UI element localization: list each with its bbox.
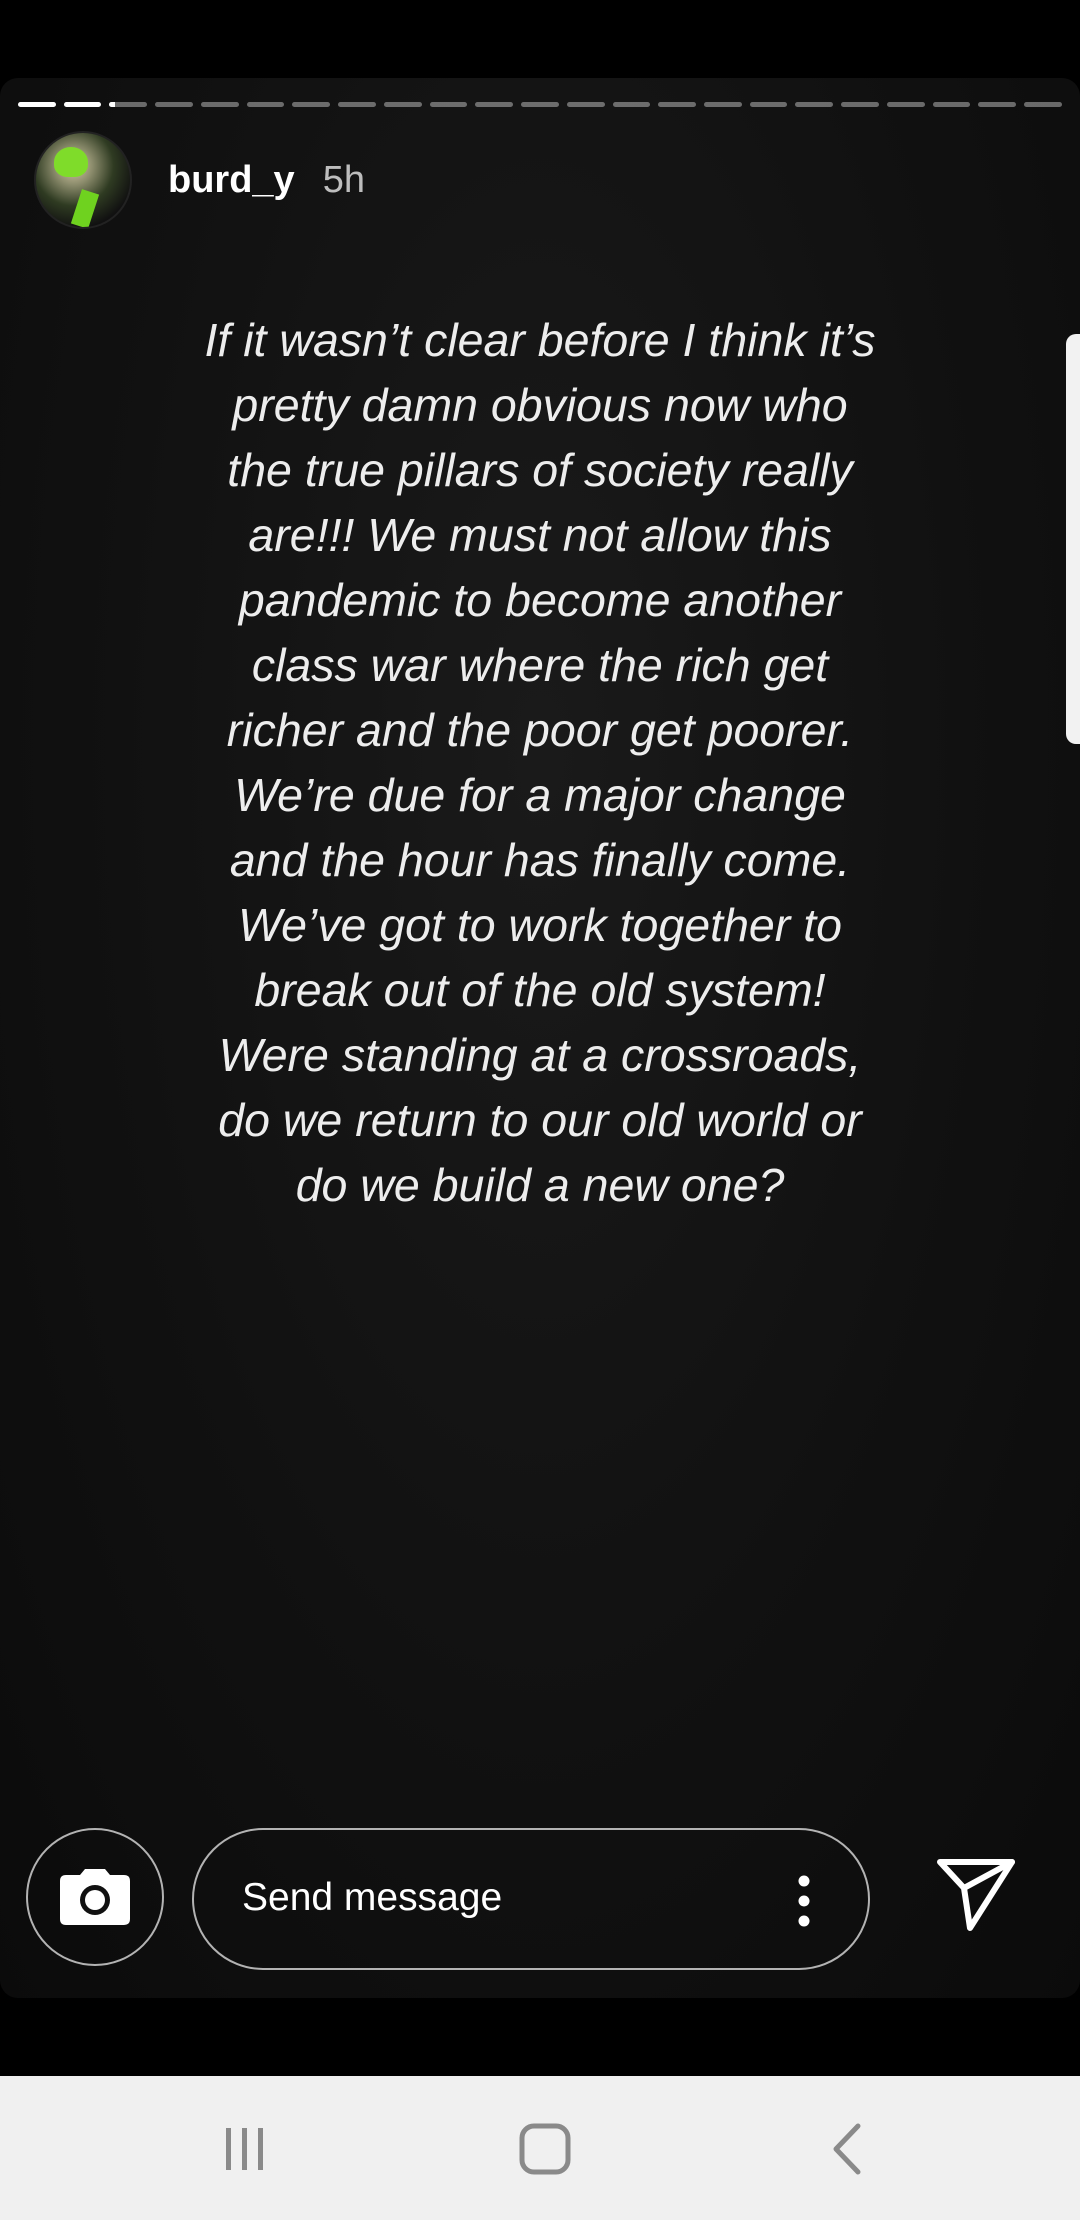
progress-segment <box>521 102 559 107</box>
status-bar <box>0 0 1080 78</box>
progress-segment <box>1024 102 1062 107</box>
story-text: If it wasn’t clear before I think it’s p… <box>204 314 876 1211</box>
progress-segment <box>612 102 651 107</box>
system-navigation-bar <box>0 2076 1080 2220</box>
story-progress-bar <box>18 102 1062 108</box>
progress-segment <box>292 102 331 107</box>
send-icon[interactable] <box>934 1850 1018 1934</box>
progress-segment <box>795 102 834 107</box>
more-vertical-icon[interactable] <box>794 1874 814 1928</box>
progress-segment <box>338 102 376 107</box>
progress-segment <box>704 102 742 107</box>
progress-segment <box>886 102 925 107</box>
progress-segment <box>932 102 971 107</box>
progress-segment <box>658 102 697 107</box>
progress-segment <box>200 102 239 107</box>
message-input[interactable]: Send message <box>192 1828 870 1970</box>
progress-segment-fill <box>63 102 102 107</box>
home-icon[interactable] <box>514 2118 576 2180</box>
instagram-story-screen: burd_y 5h If it wasn’t clear before I th… <box>0 0 1080 2220</box>
progress-segment <box>155 102 193 107</box>
camera-button[interactable] <box>26 1828 164 1966</box>
back-icon[interactable] <box>818 2118 880 2180</box>
progress-segment <box>18 102 56 107</box>
reply-bar: Send message <box>0 1828 1080 1978</box>
progress-segment <box>749 102 788 107</box>
progress-segment <box>475 102 514 107</box>
avatar[interactable] <box>34 131 132 229</box>
recent-apps-icon[interactable] <box>214 2118 276 2180</box>
progress-segment <box>429 102 468 107</box>
side-edge-panel-handle[interactable] <box>1066 334 1080 744</box>
camera-icon <box>60 1869 130 1925</box>
progress-segment-fill <box>109 102 116 107</box>
story-timestamp: 5h <box>322 158 365 201</box>
progress-segment <box>109 102 148 107</box>
progress-segment <box>841 102 879 107</box>
progress-segment <box>63 102 102 107</box>
story-header: burd_y 5h <box>34 131 365 229</box>
message-placeholder: Send message <box>242 1876 503 1919</box>
progress-segment <box>566 102 605 107</box>
progress-segment-fill <box>18 102 56 107</box>
username[interactable]: burd_y <box>168 159 295 202</box>
progress-segment <box>978 102 1017 107</box>
progress-segment <box>246 102 285 107</box>
progress-segment <box>383 102 422 107</box>
story-card[interactable]: burd_y 5h If it wasn’t clear before I th… <box>0 78 1080 1998</box>
